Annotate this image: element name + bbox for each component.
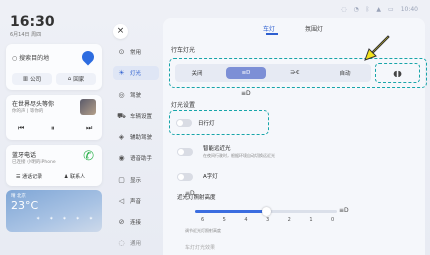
- beam-low-icon: ≡D: [185, 190, 195, 197]
- display-icon: ▢: [118, 176, 125, 184]
- house-icon: ⌂: [67, 76, 72, 82]
- active-tab-indicator: [266, 33, 278, 35]
- beam-height-knob[interactable]: [262, 207, 271, 216]
- status-bar: ◌ ◔ ᛒ ▲ ▭ 10:40: [341, 6, 418, 13]
- light-effect-title: 车灯灯光效果: [185, 245, 216, 251]
- forecast-day: ✶: [75, 216, 80, 222]
- menu-item-display[interactable]: ▢ 显示: [117, 173, 163, 187]
- menu-item-connection[interactable]: ⊘ 连接: [117, 215, 163, 229]
- menu-item-assisted-driving[interactable]: ◈ 辅助驾驶: [117, 130, 163, 144]
- menu-item-driving[interactable]: ◎ 驾驶: [117, 88, 163, 102]
- light-settings-section-title: 灯光设置: [171, 102, 196, 109]
- company-button[interactable]: ▥ 公司: [12, 73, 52, 85]
- a-pillar-light-label: A字灯: [203, 174, 218, 180]
- phone-card[interactable]: 蓝牙电话 已连接 小明的iPhone ✆ ☰ 通话记录 ♟ 联系人: [6, 145, 102, 186]
- beam-height-fill: [195, 210, 266, 213]
- beam-height-tick: 2: [287, 217, 291, 223]
- clock: 16:30: [10, 14, 55, 30]
- fog-light-button[interactable]: ◖◗: [375, 63, 420, 83]
- battery-icon: ▭: [388, 6, 394, 13]
- mode-off[interactable]: 关闭: [177, 67, 217, 79]
- smart-high-beam-label: 智能远近光: [203, 146, 231, 152]
- beam-high-icon: ≡D: [339, 207, 349, 214]
- phone-icon[interactable]: ✆: [83, 149, 94, 164]
- call-log-button[interactable]: ☰ 通话记录: [16, 173, 42, 180]
- low-beam-indicator-icon: ≡D: [241, 90, 251, 97]
- beam-height-tick: 0: [331, 217, 335, 223]
- smart-high-beam-description: 在夜间行驶时，根据环境自动切换远近光: [203, 153, 275, 158]
- forecast-day: ✶: [49, 216, 54, 222]
- weather-temperature: 23°C: [11, 199, 39, 212]
- car-icon: ⛟: [117, 111, 126, 120]
- menu-item-general[interactable]: ◌ 通用: [117, 236, 163, 250]
- steering-icon: ◎: [118, 91, 125, 99]
- album-art: [80, 99, 96, 115]
- link-icon: ⊘: [118, 218, 125, 226]
- mode-auto[interactable]: 自动: [325, 67, 365, 79]
- music-card[interactable]: 在世界尽头等你 你的声 | 等你的 ⏮ ⏸ ⏭: [6, 95, 102, 140]
- assist-icon: ◈: [118, 133, 125, 141]
- left-panel: 16:30 6月14日 周四 ○ 搜索目的地 ▥ 公司 ⌂ 回家 在世界尽头等你 你…: [0, 0, 108, 255]
- annotation-arrow-icon: [364, 35, 390, 61]
- phone-status: 已连接 小明的iPhone: [12, 160, 56, 165]
- a-pillar-light-toggle[interactable]: [177, 173, 193, 181]
- previous-icon[interactable]: ⏮: [18, 124, 24, 133]
- weather-card[interactable]: 晴 北京 23°C ✶ ✶ ✶ ✶ ✶: [6, 190, 102, 232]
- bluetooth-icon: ᛒ: [365, 6, 370, 13]
- song-artist: 你的声 | 等你的: [12, 109, 44, 114]
- pause-icon[interactable]: ⏸: [51, 124, 55, 133]
- next-icon[interactable]: ⏭: [86, 124, 92, 133]
- beam-height-tick: 5: [222, 217, 226, 223]
- forecast-day: ✶: [62, 216, 67, 222]
- headlight-mode-selector[interactable]: 关闭 ≡D ⋺€ 自动: [175, 64, 371, 82]
- beam-height-tick: 4: [244, 217, 248, 223]
- menu-item-lights[interactable]: ☀ 灯光: [113, 66, 159, 80]
- contacts-button[interactable]: ♟ 联系人: [64, 173, 85, 180]
- voice-icon: ◉: [118, 154, 125, 162]
- signal-icon: ◌: [341, 6, 347, 13]
- beam-height-tick: 3: [266, 217, 270, 223]
- status-time: 10:40: [400, 6, 418, 13]
- tab-headlights[interactable]: 车灯: [263, 24, 275, 33]
- forecast-day: ✶: [36, 216, 41, 222]
- general-icon: ◌: [118, 239, 125, 247]
- mode-position-lights[interactable]: ⋺€: [275, 67, 315, 79]
- navigation-card[interactable]: ○ 搜索目的地 ▥ 公司 ⌂ 回家: [6, 44, 102, 90]
- beam-height-title: 近光灯照射高度: [177, 195, 216, 201]
- search-destination[interactable]: ○ 搜索目的地: [12, 53, 49, 62]
- song-title: 在世界尽头等你: [12, 101, 55, 108]
- close-button[interactable]: ×: [113, 24, 128, 39]
- daytime-running-light-toggle[interactable]: [176, 119, 192, 127]
- common-icon: ⊙: [118, 48, 125, 56]
- beam-height-tick: 1: [309, 217, 313, 223]
- mode-low-beam[interactable]: ≡D: [226, 67, 266, 79]
- phone-title: 蓝牙电话: [12, 152, 37, 159]
- beam-height-hint: 调节近光灯照射高度: [185, 228, 221, 233]
- light-icon: ☀: [118, 69, 125, 77]
- headlights-section-title: 行车灯光: [171, 47, 196, 54]
- menu-item-common[interactable]: ⊙ 常用: [117, 45, 163, 59]
- weather-forecast: ✶ ✶ ✶ ✶ ✶: [36, 216, 93, 222]
- network-icon: ▲: [376, 6, 382, 13]
- beam-height-tick: 6: [201, 217, 205, 223]
- tab-ambient-lights[interactable]: 氛围灯: [305, 24, 323, 33]
- smart-high-beam-toggle[interactable]: [177, 148, 193, 156]
- date: 6月14日 周四: [10, 32, 42, 38]
- daytime-running-light-highlight: 日行灯: [169, 110, 269, 135]
- menu-item-sound[interactable]: ◁ 声音: [117, 194, 163, 208]
- forecast-day: ✶: [88, 216, 94, 222]
- menu-item-voice-assistant[interactable]: ◉ 语音助手: [117, 151, 163, 165]
- daytime-running-light-label: 日行灯: [198, 121, 215, 127]
- home-button[interactable]: ⌂ 回家: [56, 73, 96, 85]
- location-pin-icon: [79, 48, 97, 66]
- beam-height-slider[interactable]: [195, 207, 337, 216]
- building-icon: ▥: [22, 76, 29, 82]
- speaker-icon: ◁: [118, 197, 125, 205]
- wifi-icon: ◔: [353, 6, 359, 13]
- menu-item-vehicle-settings[interactable]: ⛟ 车辆设置: [117, 109, 163, 123]
